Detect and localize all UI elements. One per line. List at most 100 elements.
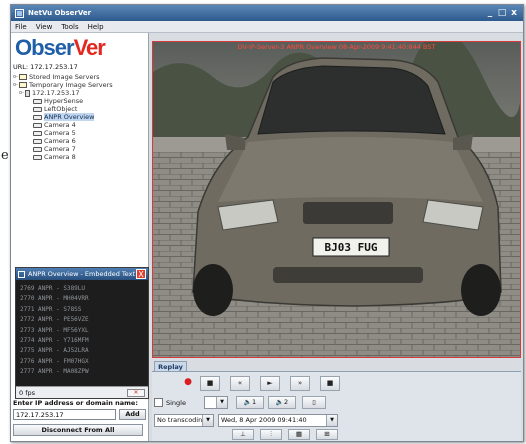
tree-camera-1[interactable]: HyperSense: [13, 97, 148, 105]
observer-window: NetVu ObserVer _ □ x File View Tools Hel…: [10, 4, 524, 442]
marker-icon: ▯: [312, 398, 316, 406]
tree-temporary-servers[interactable]: o- Temporary Image Servers: [13, 81, 148, 89]
end-button[interactable]: ■: [320, 376, 340, 391]
ip-row: Add: [13, 409, 147, 421]
url-label: URL: 172.17.253.17: [13, 63, 78, 71]
tree-label: Camera 4: [44, 121, 76, 129]
minimize-button[interactable]: _: [485, 8, 495, 18]
tree-camera-5[interactable]: Camera 5: [13, 129, 148, 137]
embedded-text-footer: 0 fps ✕: [16, 386, 148, 398]
list-item: 2774 ANPR - Y716MFM: [20, 336, 89, 344]
menu-bar: File View Tools Help: [11, 21, 523, 33]
list-item: 2777 ANPR - MA08ZPW: [20, 368, 89, 376]
layout-icon: ⊞: [324, 430, 330, 438]
stop-button[interactable]: ■: [200, 376, 220, 391]
close-button[interactable]: x: [509, 8, 519, 18]
audio-channel-1-button[interactable]: 🔈1: [236, 396, 264, 409]
embedded-text-close-button[interactable]: X: [136, 269, 146, 279]
camera-icon: [33, 146, 42, 152]
logo-text-red: Ver: [73, 35, 106, 60]
tree-label: Camera 7: [44, 145, 76, 153]
ip-address-input[interactable]: [13, 409, 116, 420]
camera-icon: [33, 106, 42, 112]
ip-label: Enter IP address or domain name:: [13, 399, 138, 407]
window-icon: [18, 270, 25, 278]
server-icon: [25, 89, 30, 97]
record-button[interactable]: ●: [178, 376, 198, 391]
embedded-text-title: ANPR Overview - Embedded Text: [28, 270, 136, 278]
list-item: 2775 ANPR - AJ52LRA: [20, 347, 89, 355]
tree-label: HyperSense: [44, 97, 84, 105]
camera-icon: [33, 138, 42, 144]
fast-forward-button[interactable]: »: [290, 376, 310, 391]
tree-label: Camera 6: [44, 137, 76, 145]
observer-logo: Obser Ver: [11, 33, 148, 63]
grid-button[interactable]: ▦: [288, 429, 310, 440]
menu-view[interactable]: View: [36, 23, 53, 31]
camera-icon: [33, 122, 42, 128]
ptz-button[interactable]: ⊥: [232, 429, 254, 440]
maximize-button[interactable]: □: [497, 8, 507, 18]
audio-channel-2-button[interactable]: 🔈2: [268, 396, 296, 409]
embedded-text-window: ANPR Overview - Embedded Text X 2769 ANP…: [15, 267, 149, 399]
datetime-value: Wed, 8 Apr 2009 09:41:40: [221, 416, 307, 424]
ptz-icon: ⊥: [240, 430, 246, 438]
tree-camera-3[interactable]: ANPR Overview: [13, 113, 148, 121]
disconnect-all-button[interactable]: Disconnect From All: [13, 424, 143, 436]
chart-button[interactable]: ⫶: [260, 429, 282, 440]
logo-text-blue: Obser: [15, 35, 75, 60]
title-bar: NetVu ObserVer _ □ x: [11, 5, 523, 21]
tree-label: 172.17.253.17: [32, 89, 80, 97]
tree-camera-4[interactable]: Camera 4: [13, 121, 148, 129]
single-checkbox-row[interactable]: Single: [154, 398, 186, 407]
chart-icon: ⫶: [270, 430, 272, 438]
video-view[interactable]: DV-IP-Server-3 ANPR Overview 08-Apr-2009…: [152, 41, 521, 358]
tree-server[interactable]: o- 172.17.253.17: [13, 89, 148, 97]
transcode-dropdown[interactable]: No transcodin... ▼: [154, 414, 214, 427]
list-item: 2770 ANPR - MH04VRR: [20, 295, 89, 303]
app-icon: [15, 8, 24, 18]
menu-tools[interactable]: Tools: [61, 23, 78, 31]
folder-icon: [19, 74, 27, 80]
list-item: 2769 ANPR - S389LU: [20, 285, 86, 292]
tree-camera-6[interactable]: Camera 6: [13, 137, 148, 145]
list-item: 2773 ANPR - MF56YXL: [20, 326, 89, 334]
embedded-text-list: 2769 ANPR - S389LU 2770 ANPR - MH04VRR 2…: [16, 280, 148, 378]
window-title: NetVu ObserVer: [28, 9, 92, 17]
fps-label: 0 fps: [19, 388, 36, 397]
transcode-value: No transcodin...: [157, 416, 209, 424]
chevron-down-icon: ▼: [216, 397, 227, 408]
menu-file[interactable]: File: [15, 23, 27, 31]
marker-button[interactable]: ▯: [302, 396, 326, 409]
chevron-down-icon: ▼: [202, 415, 213, 426]
single-checkbox[interactable]: [154, 398, 163, 407]
tree-label: LeftObject: [44, 105, 78, 113]
chevron-down-icon: ▼: [326, 415, 337, 426]
list-item: 2772 ANPR - PE56VZE: [20, 316, 89, 324]
camera-icon: [33, 114, 42, 120]
tree-stored-servers[interactable]: o- Stored Image Servers: [13, 73, 148, 81]
add-button[interactable]: Add: [119, 409, 146, 420]
grid-icon: ▦: [295, 430, 303, 438]
tree-label: Camera 8: [44, 153, 76, 161]
camera-icon: [33, 98, 42, 104]
camera-image: BJ03 FUG: [153, 42, 520, 357]
embedded-text-titlebar: ANPR Overview - Embedded Text X: [16, 268, 148, 280]
list-item: 2776 ANPR - FM07HGX: [20, 357, 89, 365]
server-tree: o- Stored Image Servers o- Temporary Ima…: [11, 71, 148, 161]
ip-entry-area: Enter IP address or domain name: Add Dis…: [13, 399, 147, 436]
tree-camera-2[interactable]: LeftObject: [13, 105, 148, 113]
camera-icon: [33, 130, 42, 136]
datetime-dropdown[interactable]: Wed, 8 Apr 2009 09:41:40 ▼: [218, 414, 338, 427]
camera-icon: [33, 154, 42, 160]
tree-label: Stored Image Servers: [29, 73, 100, 81]
tree-camera-8[interactable]: Camera 8: [13, 153, 148, 161]
play-button[interactable]: ►: [260, 376, 280, 391]
single-dropdown[interactable]: ▼: [204, 396, 228, 409]
trash-icon[interactable]: ✕: [127, 388, 145, 397]
tree-label: Camera 5: [44, 129, 76, 137]
layout-button[interactable]: ⊞: [316, 429, 338, 440]
rewind-button[interactable]: «: [230, 376, 250, 391]
tree-camera-7[interactable]: Camera 7: [13, 145, 148, 153]
menu-help[interactable]: Help: [88, 23, 104, 31]
